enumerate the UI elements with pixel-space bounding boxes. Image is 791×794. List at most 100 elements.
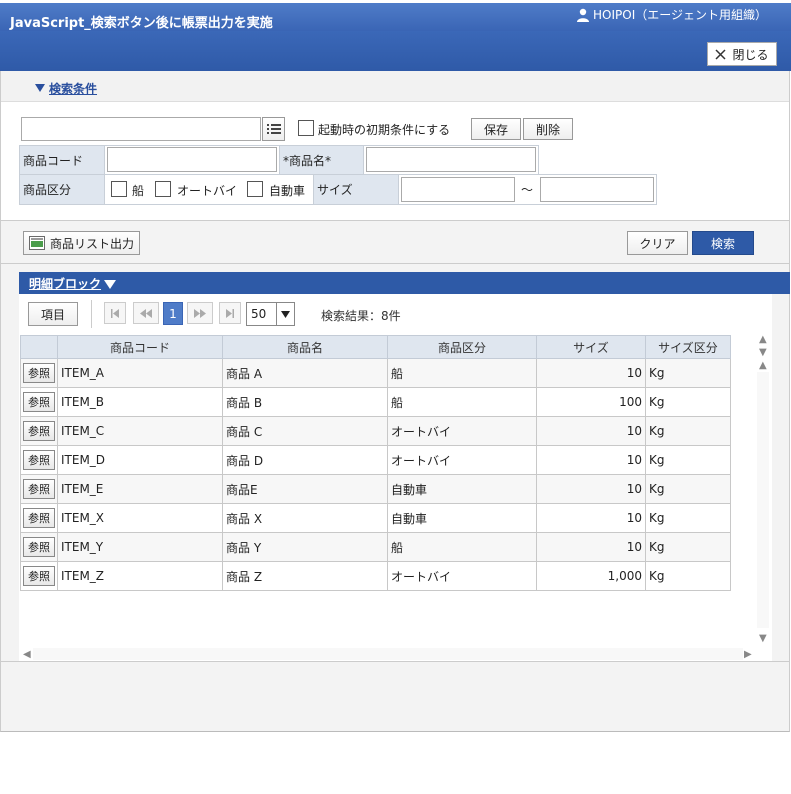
product-code-label: 商品コード <box>19 145 105 175</box>
product-name-input[interactable] <box>366 147 536 172</box>
column-header-size-unit[interactable]: サイズ区分 <box>645 335 731 359</box>
column-header-name[interactable]: 商品名 <box>222 335 388 359</box>
column-header-code[interactable]: 商品コード <box>57 335 223 359</box>
horizontal-scrollbar[interactable] <box>33 648 743 660</box>
ref-button[interactable]: 参照 <box>23 537 55 557</box>
current-page[interactable]: 1 <box>163 302 183 325</box>
size-from-input[interactable] <box>401 177 515 202</box>
scroll-down-icon[interactable]: ▼ <box>759 347 767 358</box>
table-row[interactable]: 参照 ITEM_B 商品 B 船 100 Kg <box>20 387 731 417</box>
table-row[interactable]: 参照 ITEM_X 商品 X 自動車 10 Kg <box>20 503 731 533</box>
list-icon <box>266 124 281 134</box>
cell-size-unit: Kg <box>645 387 731 417</box>
ref-button[interactable]: 参照 <box>23 421 55 441</box>
ref-cell: 参照 <box>20 416 58 446</box>
table-header-row: 商品コード 商品名 商品区分 サイズ サイズ区分 <box>20 335 731 359</box>
cell-name: 商品 D <box>222 445 388 475</box>
cell-category: オートバイ <box>387 561 537 591</box>
cell-size-unit: Kg <box>645 561 731 591</box>
ref-cell: 参照 <box>20 532 58 562</box>
prev-page-button[interactable] <box>133 302 159 324</box>
first-page-icon <box>111 308 119 318</box>
category-checkbox-ship[interactable] <box>111 181 127 197</box>
cell-category: 船 <box>387 358 537 388</box>
cell-code: ITEM_X <box>57 503 223 533</box>
first-page-button[interactable] <box>104 302 126 324</box>
clear-button[interactable]: クリア <box>627 231 688 255</box>
export-product-list-button[interactable]: 商品リスト出力 <box>23 231 140 255</box>
close-icon <box>715 48 727 60</box>
scroll-up-icon[interactable]: ▲ <box>759 334 767 345</box>
table-row[interactable]: 参照 ITEM_A 商品 A 船 10 Kg <box>20 358 731 388</box>
delete-button[interactable]: 削除 <box>523 118 573 140</box>
scroll-left-icon[interactable]: ◀ <box>23 649 31 660</box>
cell-size: 10 <box>536 503 646 533</box>
save-button[interactable]: 保存 <box>471 118 521 140</box>
column-header-size[interactable]: サイズ <box>536 335 646 359</box>
ref-button[interactable]: 参照 <box>23 363 55 383</box>
close-button-label: 閉じる <box>732 47 769 62</box>
ref-button[interactable]: 参照 <box>23 508 55 528</box>
ref-cell: 参照 <box>20 561 58 591</box>
category-option-ship: 船 <box>132 184 145 198</box>
cell-code: ITEM_B <box>57 387 223 417</box>
category-checkbox-motorcycle[interactable] <box>155 181 171 197</box>
next-page-icon <box>194 308 206 318</box>
conditions-toggle-link[interactable]: 検索条件 <box>49 80 97 97</box>
cell-size: 10 <box>536 445 646 475</box>
ref-button[interactable]: 参照 <box>23 450 55 470</box>
cell-size-unit: Kg <box>645 503 731 533</box>
cell-category: オートバイ <box>387 445 537 475</box>
scroll-up-icon[interactable]: ▲ <box>759 360 767 371</box>
table-row[interactable]: 参照 ITEM_D 商品 D オートバイ 10 Kg <box>20 445 731 475</box>
startup-condition-checkbox[interactable] <box>298 120 314 136</box>
table-row[interactable]: 参照 ITEM_Z 商品 Z オートバイ 1,000 Kg <box>20 561 731 591</box>
cell-size: 1,000 <box>536 561 646 591</box>
ref-cell: 参照 <box>20 474 58 504</box>
user-info[interactable]: HOIPOI（エージェント用組織） <box>576 6 767 23</box>
vertical-scrollbar[interactable] <box>757 372 769 628</box>
cell-code: ITEM_D <box>57 445 223 475</box>
ref-cell: 参照 <box>20 358 58 388</box>
product-code-input[interactable] <box>107 147 277 172</box>
condition-list-button[interactable] <box>262 117 285 141</box>
triangle-down-icon <box>35 82 45 96</box>
close-button[interactable]: 閉じる <box>707 42 777 66</box>
cell-size-unit: Kg <box>645 532 731 562</box>
footer-area <box>1 661 789 731</box>
ref-button[interactable]: 参照 <box>23 479 55 499</box>
size-to-input[interactable] <box>540 177 654 202</box>
category-checkbox-car[interactable] <box>247 181 263 197</box>
cell-category: 自動車 <box>387 503 537 533</box>
cell-size: 10 <box>536 474 646 504</box>
table-row[interactable]: 参照 ITEM_C 商品 C オートバイ 10 Kg <box>20 416 731 446</box>
cell-category: 船 <box>387 532 537 562</box>
page-size-select[interactable]: 50 <box>246 302 295 326</box>
cell-name: 商品 Y <box>222 532 388 562</box>
last-page-button[interactable] <box>219 302 241 324</box>
table-body: 参照 ITEM_A 商品 A 船 10 Kg 参照 ITEM_B 商品 B 船 100 Kg 参照 ITE… <box>20 358 731 591</box>
detail-toggle-link[interactable]: 明細ブロック <box>29 275 101 292</box>
result-count: 検索結果：8件 <box>321 309 401 323</box>
search-button[interactable]: 検索 <box>692 231 754 255</box>
table-row[interactable]: 参照 ITEM_E 商品E 自動車 10 Kg <box>20 474 731 504</box>
cell-size: 10 <box>536 416 646 446</box>
last-page-icon <box>226 308 234 318</box>
triangle-down-icon <box>104 279 116 293</box>
conditions-header <box>1 71 789 101</box>
table-row[interactable]: 参照 ITEM_Y 商品 Y 船 10 Kg <box>20 532 731 562</box>
column-settings-button[interactable]: 項目 <box>28 302 78 326</box>
title-bar <box>0 31 791 71</box>
column-header-category[interactable]: 商品区分 <box>387 335 537 359</box>
cell-code: ITEM_E <box>57 474 223 504</box>
ref-button[interactable]: 参照 <box>23 392 55 412</box>
ref-button[interactable]: 参照 <box>23 566 55 586</box>
saved-condition-input[interactable] <box>21 117 261 141</box>
ref-cell: 参照 <box>20 445 58 475</box>
category-option-car: 自動車 <box>269 184 306 198</box>
next-page-button[interactable] <box>187 302 213 324</box>
scroll-down-icon[interactable]: ▼ <box>759 633 767 644</box>
ref-cell: 参照 <box>20 503 58 533</box>
result-table: 商品コード 商品名 商品区分 サイズ サイズ区分 参照 ITEM_A 商品 A 船 10… <box>20 335 731 591</box>
scroll-right-icon[interactable]: ▶ <box>744 649 752 660</box>
